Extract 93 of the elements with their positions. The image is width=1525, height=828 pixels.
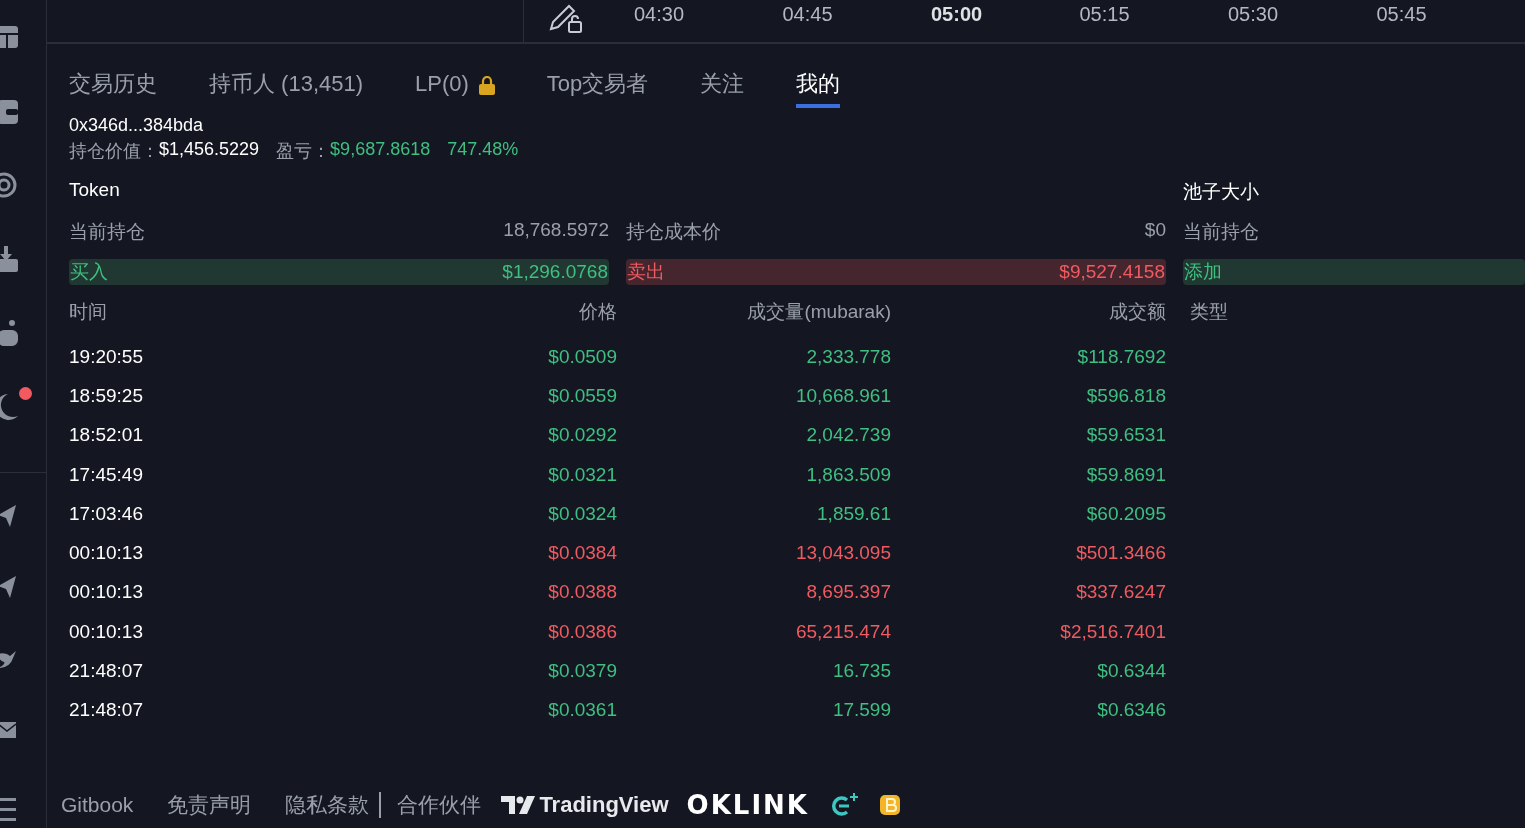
table-cell-text: $0.0292 bbox=[547, 424, 617, 447]
table-cell-text: 1,863.509 bbox=[805, 463, 891, 486]
time-axis-label: 05:30 bbox=[1228, 2, 1280, 26]
table-cell-text: 18:52:01 bbox=[69, 424, 144, 447]
stat-value: 18,768.5972 bbox=[503, 219, 609, 242]
mail-icon[interactable] bbox=[0, 722, 16, 738]
table-cell-text: $501.3466 bbox=[1075, 542, 1166, 565]
table-cell-text: 2,333.778 bbox=[805, 345, 891, 368]
table-cell-text: 21:48:07 bbox=[69, 699, 144, 722]
column-header: 类型 bbox=[1190, 300, 1228, 324]
sell-value: $9,527.4158 bbox=[1059, 261, 1165, 283]
column-header: 成交量(mubarak) bbox=[746, 300, 891, 324]
table-cell-text: 10,668.961 bbox=[794, 384, 891, 407]
table-cell-text: $59.8691 bbox=[1085, 463, 1166, 486]
table-cell-text: $0.0361 bbox=[547, 699, 617, 722]
time-axis-label: 05:15 bbox=[1079, 2, 1131, 26]
table-cell-text: 8,695.397 bbox=[805, 581, 891, 604]
table-cell-text: $0.6344 bbox=[1096, 660, 1166, 682]
time-axis-label: 05:45 bbox=[1376, 2, 1428, 26]
table-cell-text: 00:10:13 bbox=[69, 581, 144, 604]
tab[interactable]: Top交易者 bbox=[546, 64, 649, 108]
table-cell-text: $118.7692 bbox=[1076, 345, 1166, 368]
tab[interactable]: 关注 bbox=[700, 64, 745, 108]
stat-label: 当前持仓 bbox=[69, 220, 145, 244]
coin-logo-icon[interactable] bbox=[878, 793, 901, 817]
pnl-label: 盈亏： bbox=[276, 140, 331, 163]
footer-link[interactable]: 隐私条款 bbox=[285, 791, 370, 819]
tab[interactable]: 我的 bbox=[796, 64, 841, 108]
table-cell-text: $0.0388 bbox=[547, 581, 617, 604]
time-axis-label: 04:30 bbox=[634, 2, 686, 26]
menu-icon[interactable] bbox=[0, 798, 16, 822]
moon-icon[interactable] bbox=[0, 392, 18, 422]
holding-value: $1,456.5229 bbox=[159, 139, 260, 161]
footer-link[interactable]: 免责声明 bbox=[167, 791, 252, 819]
table-cell-text: $0.0384 bbox=[547, 542, 617, 565]
layout-icon[interactable] bbox=[0, 26, 18, 48]
oklink-logo[interactable]: OKLINK bbox=[686, 790, 809, 820]
table-cell-text: $0.6346 bbox=[1096, 699, 1166, 722]
table-cell-text: 17:03:46 bbox=[69, 502, 144, 525]
tab[interactable]: 持币人 (13,451) bbox=[209, 64, 364, 108]
stat-value: $0 bbox=[1144, 219, 1166, 242]
table-cell-text: $0.0324 bbox=[547, 502, 617, 525]
table-cell-text: 19:20:55 bbox=[69, 345, 144, 368]
table-cell-text: 17.599 bbox=[831, 699, 891, 722]
tab[interactable]: 交易历史 bbox=[69, 64, 157, 108]
table-cell-text: $337.6247 bbox=[1075, 581, 1166, 604]
table-cell-text: $596.818 bbox=[1085, 384, 1166, 407]
table-cell-text: 21:48:07 bbox=[69, 660, 144, 682]
section-title: Token bbox=[69, 179, 120, 200]
pnl-percent: 747.48% bbox=[447, 139, 519, 161]
footer-link[interactable]: Gitbook bbox=[61, 793, 134, 817]
paper-plane-icon[interactable] bbox=[0, 576, 16, 598]
table-cell-text: 00:10:13 bbox=[69, 620, 144, 643]
table-cell-text: 00:10:13 bbox=[69, 542, 144, 565]
table-cell-text: $0.0559 bbox=[547, 384, 617, 407]
target-icon[interactable] bbox=[0, 172, 18, 198]
tab[interactable]: LP(0) bbox=[415, 64, 495, 108]
stat-label: 当前持仓 bbox=[1183, 220, 1259, 244]
add-label: 添加 bbox=[1184, 260, 1222, 284]
buy-label: 买入 bbox=[70, 260, 108, 284]
table-cell-text: $0.0379 bbox=[547, 660, 617, 682]
table-cell-text: $59.6531 bbox=[1085, 424, 1166, 447]
paper-plane-icon[interactable] bbox=[0, 505, 16, 527]
section-title: 池子大小 bbox=[1183, 181, 1259, 202]
sell-label: 卖出 bbox=[627, 260, 665, 284]
wallet-icon[interactable] bbox=[0, 100, 18, 124]
table-cell-text: 65,215.474 bbox=[794, 620, 891, 643]
download-icon[interactable] bbox=[0, 246, 18, 272]
table-cell-text: 16.735 bbox=[831, 660, 891, 682]
holding-label: 持仓价值： bbox=[69, 140, 159, 163]
pencil-lock-icon[interactable] bbox=[548, 3, 584, 35]
wallet-address: 0x346d...384bda bbox=[69, 115, 205, 136]
column-header: 价格 bbox=[578, 300, 617, 324]
table-cell-text: 13,043.095 bbox=[794, 542, 891, 565]
table-cell-text: $0.0509 bbox=[547, 345, 617, 368]
table-cell-text: 17:45:49 bbox=[69, 463, 144, 486]
time-axis-label: 05:00 bbox=[931, 2, 984, 26]
time-axis-label: 04:45 bbox=[782, 2, 834, 26]
partners-label: 合作伙伴 bbox=[397, 792, 482, 818]
column-header: 成交额 bbox=[1108, 300, 1166, 324]
pnl-value: $9,687.8618 bbox=[330, 139, 431, 161]
tradingview-logo[interactable]: TradingView bbox=[501, 792, 669, 818]
stat-label: 持仓成本价 bbox=[626, 220, 721, 244]
table-cell-text: 18:59:25 bbox=[69, 384, 144, 407]
table-cell-text: 2,042.739 bbox=[805, 424, 891, 447]
table-cell-text: $0.0386 bbox=[547, 620, 617, 643]
bird-icon[interactable] bbox=[0, 648, 16, 670]
table-cell-text: $60.2095 bbox=[1085, 502, 1166, 525]
table-cell-text: 1,859.61 bbox=[816, 502, 891, 525]
buy-value: $1,296.0768 bbox=[502, 261, 608, 283]
table-cell-text: $2,516.7401 bbox=[1059, 620, 1166, 643]
column-header: 时间 bbox=[69, 300, 108, 324]
table-cell-text: $0.0321 bbox=[547, 463, 617, 486]
